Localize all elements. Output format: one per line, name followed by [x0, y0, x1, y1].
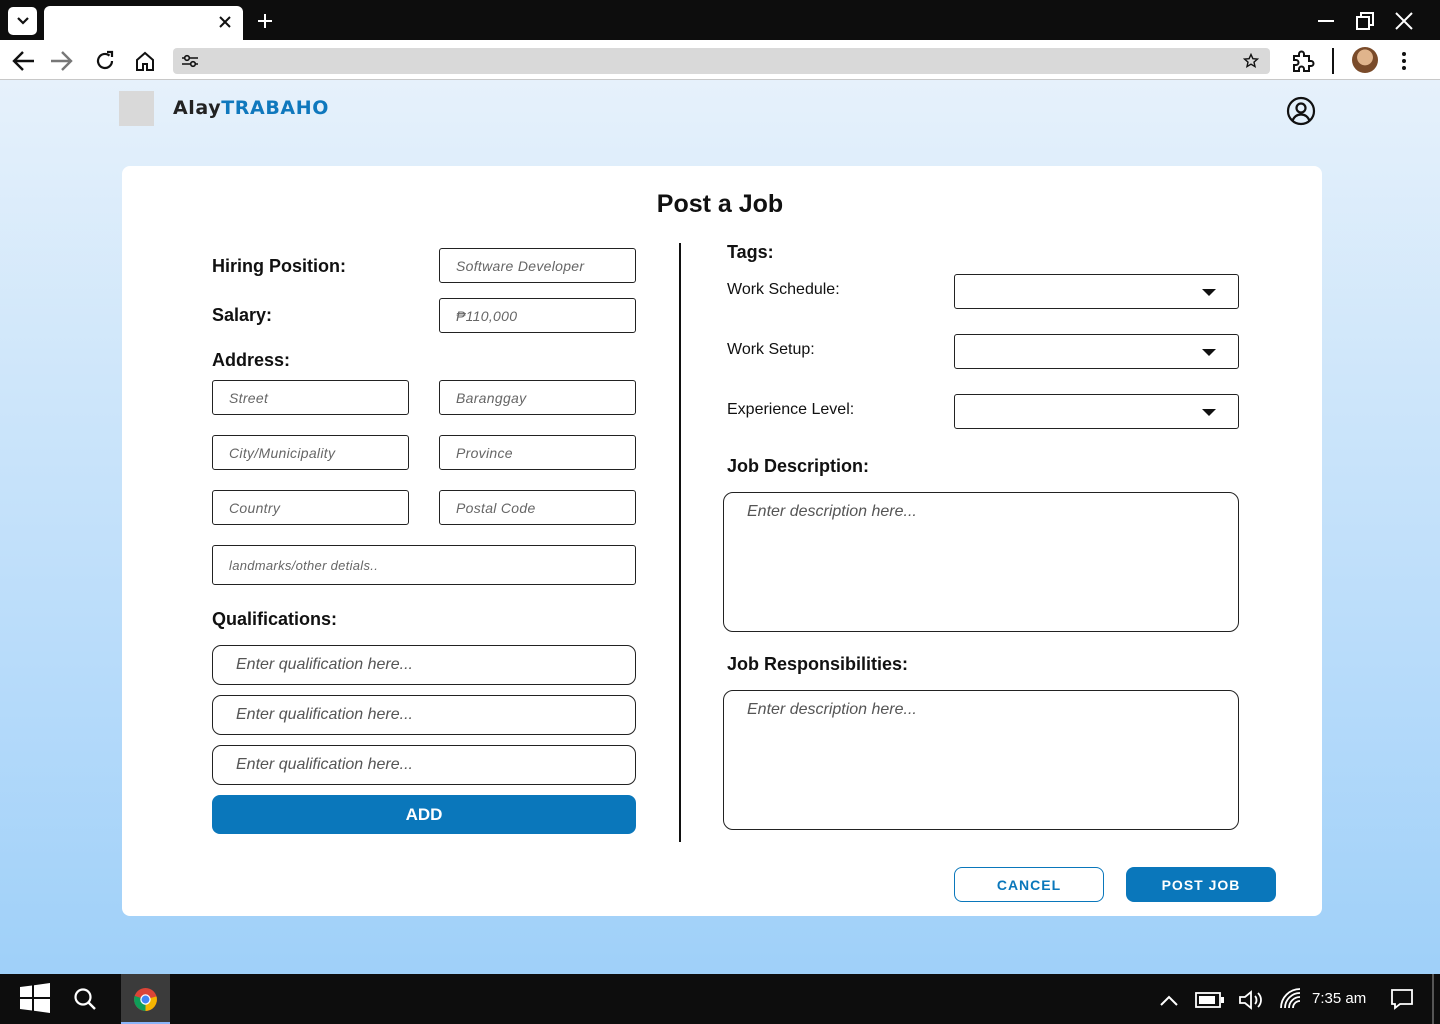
city-input[interactable]: City/Municipality — [212, 435, 409, 470]
qualification-input-3[interactable]: Enter qualification here... — [212, 745, 636, 785]
battery-icon — [1195, 992, 1224, 1008]
experience-level-label: Experience Level: — [727, 401, 855, 418]
salary-input[interactable]: ₱110,000 — [439, 298, 636, 333]
notifications-button[interactable] — [1390, 987, 1414, 1011]
speaker-icon — [1239, 990, 1262, 1010]
forward-button[interactable] — [48, 48, 74, 74]
caret-down-icon — [1202, 409, 1216, 416]
close-icon — [1395, 12, 1413, 30]
puzzle-icon — [1293, 50, 1315, 72]
minimize-icon — [1318, 20, 1334, 22]
job-description-textarea[interactable]: Enter description here... — [723, 492, 1239, 632]
profile-avatar[interactable] — [1352, 47, 1378, 73]
wifi-icon — [1280, 988, 1301, 1009]
caret-down-icon — [1202, 289, 1216, 296]
show-hidden-icons-button[interactable] — [1159, 992, 1179, 1008]
postal-code-input[interactable]: Postal Code — [439, 490, 636, 525]
tab-search-button[interactable] — [8, 7, 37, 35]
windows-icon — [20, 983, 50, 1013]
qualification-input-2[interactable]: Enter qualification here... — [212, 695, 636, 735]
close-icon — [219, 16, 231, 28]
new-tab-button[interactable] — [254, 10, 276, 32]
volume-control[interactable] — [1238, 989, 1264, 1011]
taskbar-chrome-app[interactable] — [121, 974, 170, 1024]
brand-name-part2: TRABAHO — [221, 97, 329, 119]
work-schedule-label: Work Schedule: — [727, 281, 840, 298]
column-divider — [679, 243, 681, 842]
brand-name-part1: Alay — [173, 97, 222, 119]
chevron-up-icon — [1160, 995, 1178, 1006]
restore-icon — [1356, 12, 1374, 30]
landmarks-input[interactable]: landmarks/other detials.. — [212, 545, 636, 585]
more-vertical-icon — [1402, 52, 1406, 70]
back-button[interactable] — [11, 48, 37, 74]
salary-label: Salary: — [212, 305, 273, 325]
work-setup-select[interactable] — [954, 334, 1239, 369]
taskbar-search-button[interactable] — [73, 987, 97, 1011]
chat-bubble-icon — [1391, 989, 1413, 1010]
logo-placeholder — [119, 91, 154, 126]
barangay-input[interactable]: Baranggay — [439, 380, 636, 415]
minimize-button[interactable] — [1311, 8, 1341, 34]
cancel-button[interactable]: CANCEL — [954, 867, 1104, 902]
close-tab-button[interactable] — [214, 11, 236, 33]
experience-level-select[interactable] — [954, 394, 1239, 429]
post-job-button[interactable]: POST JOB — [1126, 867, 1276, 902]
extensions-button[interactable] — [1290, 48, 1316, 74]
browser-menu-button[interactable] — [1391, 48, 1417, 74]
work-schedule-select[interactable] — [954, 274, 1239, 309]
site-settings-icon — [182, 54, 198, 68]
page-title: Post a Job — [656, 190, 784, 218]
close-window-button[interactable] — [1389, 8, 1419, 34]
tags-label: Tags: — [727, 242, 774, 262]
toolbar-divider — [1332, 48, 1334, 74]
hiring-position-input[interactable]: Software Developer — [439, 248, 636, 283]
plus-icon — [258, 14, 272, 28]
street-input[interactable]: Street — [212, 380, 409, 415]
caret-down-icon — [1202, 349, 1216, 356]
user-circle-icon — [1286, 96, 1316, 126]
home-icon — [136, 51, 154, 71]
qualification-input-1[interactable]: Enter qualification here... — [212, 645, 636, 685]
network-status[interactable] — [1278, 986, 1304, 1012]
job-responsibilities-textarea[interactable]: Enter description here... — [723, 690, 1239, 830]
address-label: Address: — [212, 350, 291, 370]
start-button[interactable] — [19, 982, 51, 1014]
job-description-label: Job Description: — [727, 456, 870, 476]
province-input[interactable]: Province — [439, 435, 636, 470]
add-qualification-button[interactable]: ADD — [212, 795, 636, 834]
restore-button[interactable] — [1350, 8, 1380, 34]
country-input[interactable]: Country — [212, 490, 409, 525]
hiring-position-label: Hiring Position: — [212, 256, 346, 276]
qualifications-label: Qualifications: — [212, 609, 338, 629]
home-button[interactable] — [132, 48, 158, 74]
chrome-icon — [134, 988, 157, 1011]
job-responsibilities-label: Job Responsibilities: — [727, 654, 909, 674]
brand-name[interactable]: AlayTRABAHO — [173, 97, 329, 119]
chevron-down-icon — [16, 17, 29, 25]
search-icon — [74, 988, 96, 1010]
battery-status[interactable] — [1195, 991, 1225, 1009]
taskbar-clock[interactable]: 7:35 am — [1312, 990, 1366, 1007]
user-account-button[interactable] — [1286, 96, 1316, 126]
address-bar[interactable] — [173, 48, 1270, 74]
arrow-left-icon — [12, 51, 34, 71]
work-setup-label: Work Setup: — [727, 341, 815, 358]
show-desktop-button[interactable] — [1432, 974, 1434, 1024]
arrow-right-icon — [51, 51, 73, 71]
reload-button[interactable] — [92, 48, 118, 74]
reload-icon — [96, 50, 114, 70]
star-icon[interactable] — [1243, 53, 1259, 69]
